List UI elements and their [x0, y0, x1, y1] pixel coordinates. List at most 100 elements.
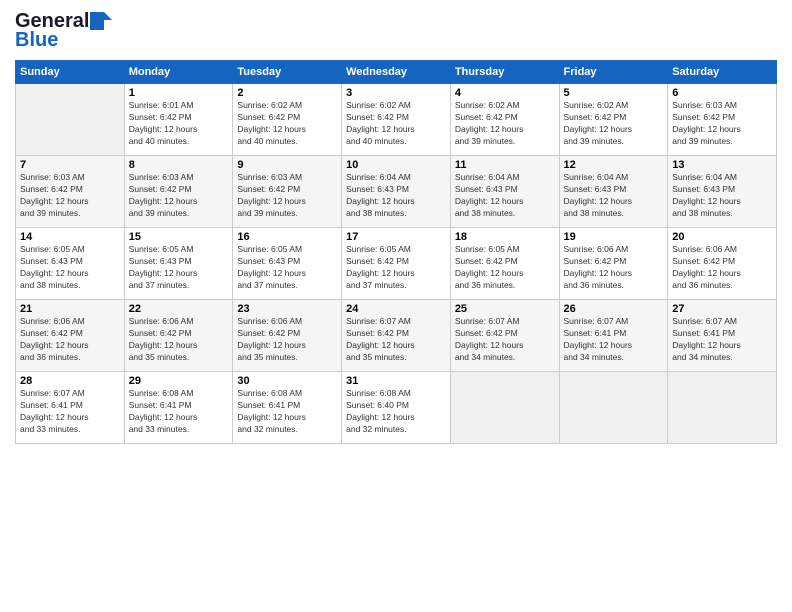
- day-info: Sunrise: 6:08 AM Sunset: 6:41 PM Dayligh…: [237, 388, 337, 436]
- calendar-cell: 14Sunrise: 6:05 AM Sunset: 6:43 PM Dayli…: [16, 228, 125, 300]
- day-number: 23: [237, 303, 337, 315]
- day-info: Sunrise: 6:01 AM Sunset: 6:42 PM Dayligh…: [129, 100, 229, 148]
- day-number: 24: [346, 303, 446, 315]
- calendar-cell: 25Sunrise: 6:07 AM Sunset: 6:42 PM Dayli…: [450, 300, 559, 372]
- calendar-cell: 17Sunrise: 6:05 AM Sunset: 6:42 PM Dayli…: [342, 228, 451, 300]
- day-number: 8: [129, 159, 229, 171]
- calendar-cell: 23Sunrise: 6:06 AM Sunset: 6:42 PM Dayli…: [233, 300, 342, 372]
- day-info: Sunrise: 6:07 AM Sunset: 6:41 PM Dayligh…: [564, 316, 664, 364]
- calendar-cell: 4Sunrise: 6:02 AM Sunset: 6:42 PM Daylig…: [450, 84, 559, 156]
- day-info: Sunrise: 6:03 AM Sunset: 6:42 PM Dayligh…: [129, 172, 229, 220]
- day-info: Sunrise: 6:04 AM Sunset: 6:43 PM Dayligh…: [346, 172, 446, 220]
- day-number: 20: [672, 231, 772, 243]
- day-number: 6: [672, 87, 772, 99]
- day-number: 31: [346, 375, 446, 387]
- calendar-cell: [668, 372, 777, 444]
- calendar-header-row: SundayMondayTuesdayWednesdayThursdayFrid…: [16, 61, 777, 84]
- day-number: 1: [129, 87, 229, 99]
- day-number: 17: [346, 231, 446, 243]
- calendar-table: SundayMondayTuesdayWednesdayThursdayFrid…: [15, 60, 777, 444]
- day-number: 25: [455, 303, 555, 315]
- day-number: 5: [564, 87, 664, 99]
- week-row-5: 28Sunrise: 6:07 AM Sunset: 6:41 PM Dayli…: [16, 372, 777, 444]
- calendar-cell: 21Sunrise: 6:06 AM Sunset: 6:42 PM Dayli…: [16, 300, 125, 372]
- day-info: Sunrise: 6:04 AM Sunset: 6:43 PM Dayligh…: [564, 172, 664, 220]
- calendar-cell: 6Sunrise: 6:03 AM Sunset: 6:42 PM Daylig…: [668, 84, 777, 156]
- day-info: Sunrise: 6:08 AM Sunset: 6:40 PM Dayligh…: [346, 388, 446, 436]
- calendar-cell: 8Sunrise: 6:03 AM Sunset: 6:42 PM Daylig…: [124, 156, 233, 228]
- day-number: 3: [346, 87, 446, 99]
- day-info: Sunrise: 6:07 AM Sunset: 6:42 PM Dayligh…: [346, 316, 446, 364]
- day-number: 29: [129, 375, 229, 387]
- logo-blue: Blue: [15, 29, 58, 52]
- week-row-3: 14Sunrise: 6:05 AM Sunset: 6:43 PM Dayli…: [16, 228, 777, 300]
- day-info: Sunrise: 6:04 AM Sunset: 6:43 PM Dayligh…: [672, 172, 772, 220]
- calendar-cell: 31Sunrise: 6:08 AM Sunset: 6:40 PM Dayli…: [342, 372, 451, 444]
- day-info: Sunrise: 6:08 AM Sunset: 6:41 PM Dayligh…: [129, 388, 229, 436]
- day-number: 22: [129, 303, 229, 315]
- col-header-tuesday: Tuesday: [233, 61, 342, 84]
- day-info: Sunrise: 6:06 AM Sunset: 6:42 PM Dayligh…: [672, 244, 772, 292]
- day-number: 15: [129, 231, 229, 243]
- calendar-cell: 15Sunrise: 6:05 AM Sunset: 6:43 PM Dayli…: [124, 228, 233, 300]
- day-number: 7: [20, 159, 120, 171]
- day-number: 18: [455, 231, 555, 243]
- calendar-cell: 22Sunrise: 6:06 AM Sunset: 6:42 PM Dayli…: [124, 300, 233, 372]
- week-row-4: 21Sunrise: 6:06 AM Sunset: 6:42 PM Dayli…: [16, 300, 777, 372]
- day-info: Sunrise: 6:05 AM Sunset: 6:42 PM Dayligh…: [455, 244, 555, 292]
- calendar-cell: 11Sunrise: 6:04 AM Sunset: 6:43 PM Dayli…: [450, 156, 559, 228]
- calendar-cell: 24Sunrise: 6:07 AM Sunset: 6:42 PM Dayli…: [342, 300, 451, 372]
- day-number: 2: [237, 87, 337, 99]
- day-number: 4: [455, 87, 555, 99]
- col-header-friday: Friday: [559, 61, 668, 84]
- week-row-1: 1Sunrise: 6:01 AM Sunset: 6:42 PM Daylig…: [16, 84, 777, 156]
- logo: General Blue: [15, 10, 112, 52]
- day-info: Sunrise: 6:07 AM Sunset: 6:42 PM Dayligh…: [455, 316, 555, 364]
- calendar-cell: 29Sunrise: 6:08 AM Sunset: 6:41 PM Dayli…: [124, 372, 233, 444]
- day-number: 13: [672, 159, 772, 171]
- day-info: Sunrise: 6:03 AM Sunset: 6:42 PM Dayligh…: [20, 172, 120, 220]
- calendar-cell: 28Sunrise: 6:07 AM Sunset: 6:41 PM Dayli…: [16, 372, 125, 444]
- day-info: Sunrise: 6:06 AM Sunset: 6:42 PM Dayligh…: [237, 316, 337, 364]
- day-info: Sunrise: 6:07 AM Sunset: 6:41 PM Dayligh…: [672, 316, 772, 364]
- day-info: Sunrise: 6:02 AM Sunset: 6:42 PM Dayligh…: [237, 100, 337, 148]
- day-info: Sunrise: 6:05 AM Sunset: 6:43 PM Dayligh…: [20, 244, 120, 292]
- calendar-cell: 19Sunrise: 6:06 AM Sunset: 6:42 PM Dayli…: [559, 228, 668, 300]
- week-row-2: 7Sunrise: 6:03 AM Sunset: 6:42 PM Daylig…: [16, 156, 777, 228]
- calendar-cell: 16Sunrise: 6:05 AM Sunset: 6:43 PM Dayli…: [233, 228, 342, 300]
- calendar-cell: 12Sunrise: 6:04 AM Sunset: 6:43 PM Dayli…: [559, 156, 668, 228]
- calendar-cell: 30Sunrise: 6:08 AM Sunset: 6:41 PM Dayli…: [233, 372, 342, 444]
- calendar-cell: 10Sunrise: 6:04 AM Sunset: 6:43 PM Dayli…: [342, 156, 451, 228]
- day-info: Sunrise: 6:04 AM Sunset: 6:43 PM Dayligh…: [455, 172, 555, 220]
- day-number: 16: [237, 231, 337, 243]
- col-header-monday: Monday: [124, 61, 233, 84]
- calendar-cell: 2Sunrise: 6:02 AM Sunset: 6:42 PM Daylig…: [233, 84, 342, 156]
- day-number: 30: [237, 375, 337, 387]
- calendar-cell: 5Sunrise: 6:02 AM Sunset: 6:42 PM Daylig…: [559, 84, 668, 156]
- calendar-cell: 7Sunrise: 6:03 AM Sunset: 6:42 PM Daylig…: [16, 156, 125, 228]
- calendar-cell: 3Sunrise: 6:02 AM Sunset: 6:42 PM Daylig…: [342, 84, 451, 156]
- day-info: Sunrise: 6:02 AM Sunset: 6:42 PM Dayligh…: [455, 100, 555, 148]
- calendar-cell: [450, 372, 559, 444]
- day-number: 19: [564, 231, 664, 243]
- day-info: Sunrise: 6:05 AM Sunset: 6:42 PM Dayligh…: [346, 244, 446, 292]
- calendar-cell: [559, 372, 668, 444]
- day-number: 26: [564, 303, 664, 315]
- calendar-cell: 20Sunrise: 6:06 AM Sunset: 6:42 PM Dayli…: [668, 228, 777, 300]
- day-number: 12: [564, 159, 664, 171]
- day-info: Sunrise: 6:03 AM Sunset: 6:42 PM Dayligh…: [672, 100, 772, 148]
- calendar-cell: 18Sunrise: 6:05 AM Sunset: 6:42 PM Dayli…: [450, 228, 559, 300]
- day-number: 9: [237, 159, 337, 171]
- day-number: 11: [455, 159, 555, 171]
- day-number: 28: [20, 375, 120, 387]
- col-header-saturday: Saturday: [668, 61, 777, 84]
- calendar-cell: 9Sunrise: 6:03 AM Sunset: 6:42 PM Daylig…: [233, 156, 342, 228]
- calendar-cell: [16, 84, 125, 156]
- page-header: General Blue: [15, 10, 777, 52]
- day-number: 10: [346, 159, 446, 171]
- day-info: Sunrise: 6:05 AM Sunset: 6:43 PM Dayligh…: [237, 244, 337, 292]
- day-info: Sunrise: 6:06 AM Sunset: 6:42 PM Dayligh…: [20, 316, 120, 364]
- day-number: 27: [672, 303, 772, 315]
- day-info: Sunrise: 6:06 AM Sunset: 6:42 PM Dayligh…: [129, 316, 229, 364]
- logo-icon: [90, 12, 112, 30]
